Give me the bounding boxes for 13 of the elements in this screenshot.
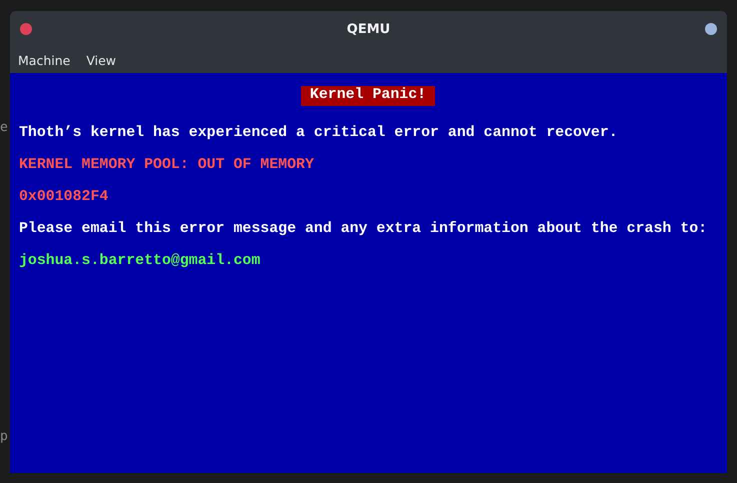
error-text: 0x001082F4: [19, 188, 110, 207]
window-title: QEMU: [346, 22, 390, 36]
terminal-text: e: [0, 120, 9, 136]
menu-item[interactable]: Machine: [18, 52, 70, 68]
menu-item[interactable]: View: [86, 52, 116, 68]
error-text: KERNEL MEMORY POOL: OUT OF MEMORY: [19, 156, 315, 175]
window-control-button[interactable]: [705, 23, 717, 35]
panic-banner: Kernel Panic!: [300, 86, 436, 106]
email-text: joshua.s.barretto@gmail.com: [19, 252, 262, 271]
message-text: Please email this error message and any extra information about the crash to:: [19, 220, 708, 239]
close-button[interactable]: [20, 23, 32, 35]
terminal-text: p: [0, 429, 9, 445]
message-text: Thoth’s kernel has experienced a critical error and cannot recover.: [19, 124, 619, 143]
